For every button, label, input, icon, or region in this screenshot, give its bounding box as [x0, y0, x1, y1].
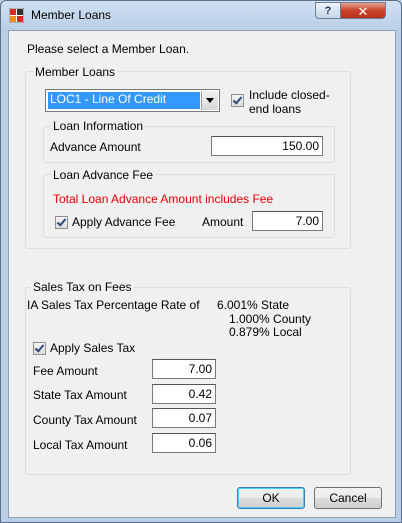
state-tax-label: State Tax Amount [33, 388, 127, 402]
apply-sales-tax-label: Apply Sales Tax [50, 341, 136, 355]
sales-tax-rate-label: IA Sales Tax Percentage Rate of [27, 298, 200, 312]
dialog-client-area: Please select a Member Loan. Member Loan… [8, 30, 396, 518]
close-icon: ✕ [357, 4, 369, 19]
county-tax-field[interactable]: 0.07 [152, 408, 216, 428]
fee-amount-label: Amount [202, 215, 244, 229]
loan-select-value: LOC1 - Line Of Credit [48, 92, 200, 109]
prompt-text: Please select a Member Loan. [27, 42, 190, 56]
fee-amount-tax-field[interactable]: 7.00 [152, 359, 216, 379]
fee-amount-field[interactable]: 7.00 [252, 211, 323, 231]
county-tax-label: County Tax Amount [33, 413, 137, 427]
include-closed-label-line2: end loans [249, 102, 302, 116]
window-title: Member Loans [31, 8, 112, 22]
loan-information-legend: Loan Information [51, 119, 146, 133]
local-tax-label: Local Tax Amount [33, 438, 128, 452]
loan-select[interactable]: LOC1 - Line Of Credit [45, 89, 220, 112]
state-rate-text: 6.001% State [217, 298, 290, 312]
fee-amount-tax-label: Fee Amount [33, 364, 98, 378]
apply-advance-fee-checkbox[interactable] [55, 216, 68, 229]
fee-notice-text: Total Loan Advance Amount includes Fee [53, 192, 274, 206]
advance-amount-label: Advance Amount [50, 140, 141, 154]
member-loans-legend: Member Loans [33, 65, 118, 79]
apply-advance-fee-label: Apply Advance Fee [72, 215, 176, 229]
local-rate-text: 0.879% Local [229, 325, 302, 339]
include-closed-checkbox[interactable] [231, 94, 244, 107]
county-rate-text: 1.000% County [229, 312, 312, 326]
sales-tax-legend: Sales Tax on Fees [31, 280, 134, 294]
chevron-down-icon[interactable] [201, 91, 218, 110]
advance-amount-field[interactable]: 150.00 [211, 136, 323, 156]
cancel-button[interactable]: Cancel [314, 487, 382, 509]
loan-advance-fee-legend: Loan Advance Fee [51, 168, 156, 182]
include-closed-label-line1: Include closed- [249, 88, 330, 102]
close-button[interactable]: ✕ [340, 2, 386, 19]
title-bar[interactable]: Member Loans ? ✕ [1, 1, 401, 29]
state-tax-field[interactable]: 0.42 [152, 384, 216, 404]
local-tax-field[interactable]: 0.06 [152, 433, 216, 453]
app-icon [9, 8, 24, 23]
ok-button[interactable]: OK [237, 487, 305, 509]
help-button[interactable]: ? [315, 2, 341, 19]
dialog-window: Member Loans ? ✕ Please select a Member … [0, 0, 402, 523]
apply-sales-tax-checkbox[interactable] [33, 342, 46, 355]
